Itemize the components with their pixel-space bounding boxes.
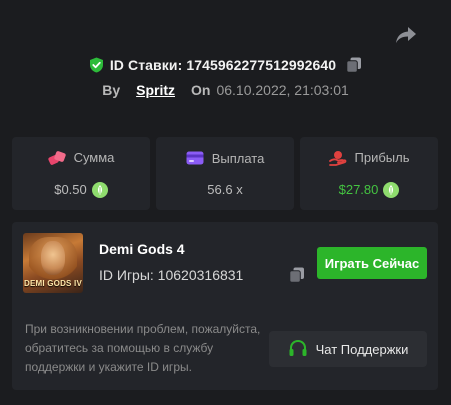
stat-card-profit: Прибыль $27.80 — [300, 137, 438, 210]
profit-hand-icon — [328, 150, 347, 166]
by-label: By — [102, 82, 121, 98]
bet-stats: Сумма $0.50 Выплата 56.6 x Прибыль $27.8… — [12, 137, 438, 210]
game-panel: DEMI GODS IV Demi Gods 4 ID Игры: 106203… — [12, 222, 438, 390]
share-arrow-icon — [395, 26, 417, 44]
copy-icon[interactable] — [346, 57, 362, 73]
shield-check-icon — [89, 57, 104, 73]
wallet-card-icon — [186, 151, 204, 165]
support-button-label: Чат Поддержки — [315, 341, 409, 357]
copy-game-id-icon[interactable] — [289, 267, 305, 283]
game-title: Demi Gods 4 — [99, 241, 185, 257]
headset-icon — [288, 339, 308, 359]
support-chat-button[interactable]: Чат Поддержки — [269, 331, 427, 367]
play-now-button[interactable]: Играть Сейчас — [317, 247, 427, 279]
bet-id-row: ID Ставки: 1745962277512992640 — [0, 54, 451, 76]
thumbnail-figure — [41, 241, 65, 275]
thumbnail-logo-text: DEMI GODS IV — [24, 279, 82, 288]
support-help-text: При возникновении проблем, пожалуйста, о… — [25, 322, 261, 374]
stat-label: Сумма — [73, 150, 115, 165]
game-id-label: ID Игры: 10620316831 — [99, 267, 244, 283]
bet-date: 06.10.2022, 21:03:01 — [216, 82, 349, 98]
username-link[interactable]: Spritz — [136, 82, 175, 98]
bet-id-label: ID Ставки: 1745962277512992640 — [109, 57, 337, 73]
stat-label: Выплата — [211, 150, 265, 166]
stat-value: $27.80 — [338, 182, 379, 197]
bet-chips-icon — [47, 150, 66, 166]
stat-value: 56.6 x — [207, 181, 243, 197]
stat-card-amount: Сумма $0.50 — [12, 137, 150, 210]
bet-meta-row: By Spritz On 06.10.2022, 21:03:01 — [0, 80, 451, 100]
share-button[interactable] — [394, 24, 418, 46]
stat-label: Прибыль — [354, 150, 410, 165]
coin-icon — [91, 181, 108, 198]
stat-card-payout: Выплата 56.6 x — [156, 137, 294, 210]
game-thumbnail[interactable]: DEMI GODS IV — [23, 233, 83, 293]
coin-icon — [383, 181, 400, 198]
on-label: On — [191, 82, 211, 98]
stat-value: $0.50 — [54, 182, 87, 197]
